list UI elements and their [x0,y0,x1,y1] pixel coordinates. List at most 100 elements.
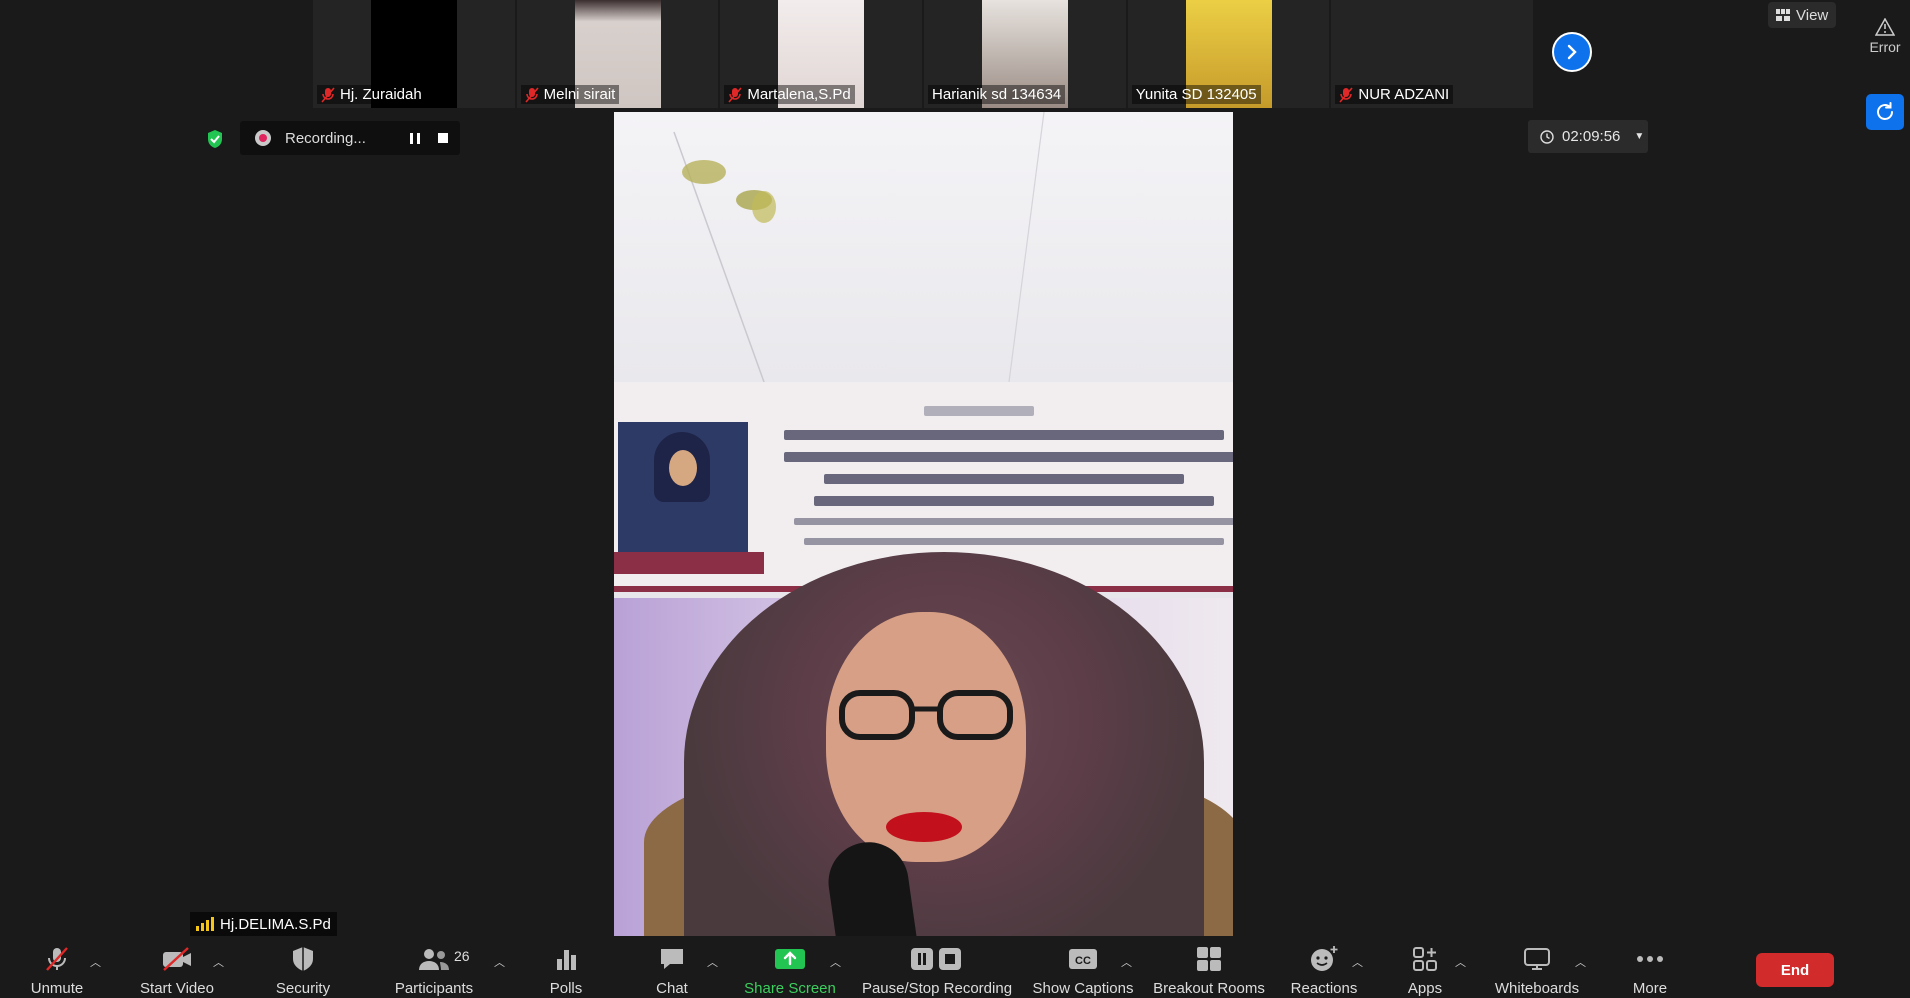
chat-label: Chat [656,980,688,997]
timer-value: 02:09:56 [1562,128,1621,145]
error-indicator[interactable]: Error [1864,17,1906,55]
whiteboards-button[interactable]: Whiteboards [1490,936,1584,998]
participant-name-tag: NUR ADZANI [1335,85,1454,104]
mic-off-icon [1339,86,1353,103]
apps-icon [1413,947,1437,971]
svg-text:CC: CC [1075,955,1091,967]
participant-name: NUR ADZANI [1358,86,1450,103]
meeting-toolbar: Unmute ︿ Start Video ︿ Security Particip… [0,936,1910,998]
refresh-icon [1877,102,1893,120]
gallery-tile[interactable]: Melni sirait [516,0,719,108]
recording-bar: Recording... [240,121,460,155]
meeting-timer[interactable]: 02:09:56 ▼ [1528,120,1648,153]
security-shield-icon [293,947,313,971]
video-off-icon [163,947,191,971]
encryption-shield-icon[interactable] [200,124,230,154]
gallery-tile[interactable]: Harianik sd 134634 [924,0,1126,108]
whiteboards-label: Whiteboards [1494,980,1580,997]
refresh-button[interactable] [1866,94,1904,130]
whiteboards-options-chevron-up-icon[interactable]: ︿ [1575,954,1586,970]
polls-button[interactable]: Polls [540,936,592,998]
apps-label: Apps [1407,980,1443,997]
stop-recording-icon[interactable] [438,132,448,143]
banner-text-line [784,452,1233,462]
participant-name-tag: Melni sirait [520,85,620,104]
participant-name: Harianik sd 134634 [932,86,1062,103]
banner-text-line [784,430,1224,440]
end-meeting-button[interactable]: End [1756,953,1834,987]
view-button[interactable]: View [1768,2,1837,28]
gallery-tile[interactable]: NUR ADZANI [1331,0,1534,108]
apps-button[interactable]: Apps [1402,936,1448,998]
participant-name-tag: Martalena,S.Pd [724,85,855,104]
whiteboard-icon [1524,948,1550,970]
reactions-button[interactable]: Reactions [1288,936,1360,998]
participants-button[interactable]: Participants [388,936,480,998]
banner-portrait-face [669,450,697,486]
banner-script-line [924,406,1034,416]
recording-status: Recording... [285,129,366,147]
recording-dot-icon [255,130,271,146]
start-video-label: Start Video [140,980,214,997]
participant-name-tag: Hj. Zuraidah [317,85,426,104]
mic-muted-icon [46,947,68,971]
start-video-button[interactable]: Start Video [132,936,222,998]
reactions-label: Reactions [1290,980,1358,997]
reactions-icon [1311,946,1338,971]
gallery-strip: Hj. Zuraidah Melni sirait Martalena,S.Pd… [313,0,1534,108]
chat-icon [661,949,683,969]
pause-stop-recording-button[interactable]: Pause/Stop Recording [860,936,1014,998]
participant-name: Melni sirait [543,86,616,103]
video-ceiling [614,112,1233,383]
participants-label: Participants [394,980,474,997]
more-button[interactable]: More [1630,936,1670,998]
unmute-button[interactable]: Unmute [24,936,90,998]
warning-icon [1874,17,1896,36]
participant-name: Yunita SD 132405 [1135,86,1257,103]
chat-options-chevron-up-icon[interactable]: ︿ [707,954,718,970]
participant-name-tag: Harianik sd 134634 [928,85,1066,104]
gallery-tile[interactable]: Martalena,S.Pd [720,0,923,108]
ceiling-lines [673,112,1045,383]
participants-options-chevron-up-icon[interactable]: ︿ [494,954,505,970]
video-options-chevron-up-icon[interactable]: ︿ [213,954,224,970]
mic-off-icon [525,86,539,103]
breakout-rooms-label: Breakout Rooms [1153,980,1265,997]
pause-stop-icon [911,948,961,970]
gallery-tile[interactable]: Yunita SD 132405 [1127,0,1330,108]
audio-options-chevron-up-icon[interactable]: ︿ [90,954,101,970]
polls-icon [557,950,576,970]
banner-text-line [794,518,1233,525]
gallery-next-button[interactable] [1552,32,1592,72]
gallery-tile[interactable]: Hj. Zuraidah [313,0,515,108]
security-button[interactable]: Security [272,936,334,998]
participants-icon [419,949,449,970]
speaker-glasses [839,690,1013,740]
unmute-label: Unmute [30,980,84,997]
speaker-name: Hj.DELIMA.S.Pd [220,915,331,933]
active-speaker-video [614,112,1233,936]
share-screen-button[interactable]: Share Screen [744,936,836,998]
pause-recording-icon[interactable] [410,132,420,144]
banner-text-line [804,538,1224,545]
reactions-options-chevron-up-icon[interactable]: ︿ [1352,954,1363,970]
speaker-name-tag: Hj.DELIMA.S.Pd [190,912,337,936]
share-screen-icon [775,949,805,969]
banner-text-line [814,496,1214,506]
banner-name-tag [614,552,764,574]
breakout-rooms-button[interactable]: Breakout Rooms [1152,936,1266,998]
banner-text-line [824,474,1184,484]
chevron-down-icon: ▼ [1634,131,1645,142]
chevron-right-icon [1567,44,1577,60]
share-options-chevron-up-icon[interactable]: ︿ [830,954,841,970]
apps-options-chevron-up-icon[interactable]: ︿ [1455,954,1466,970]
signal-strength-icon [196,917,214,931]
chat-button[interactable]: Chat [650,936,694,998]
participant-name: Martalena,S.Pd [747,86,851,103]
captions-icon: CC [1069,949,1097,969]
mic-off-icon [321,86,335,103]
participant-name-tag: Yunita SD 132405 [1131,85,1261,104]
clock-icon [1540,129,1554,144]
security-label: Security [275,980,331,997]
captions-options-chevron-up-icon[interactable]: ︿ [1121,954,1132,970]
